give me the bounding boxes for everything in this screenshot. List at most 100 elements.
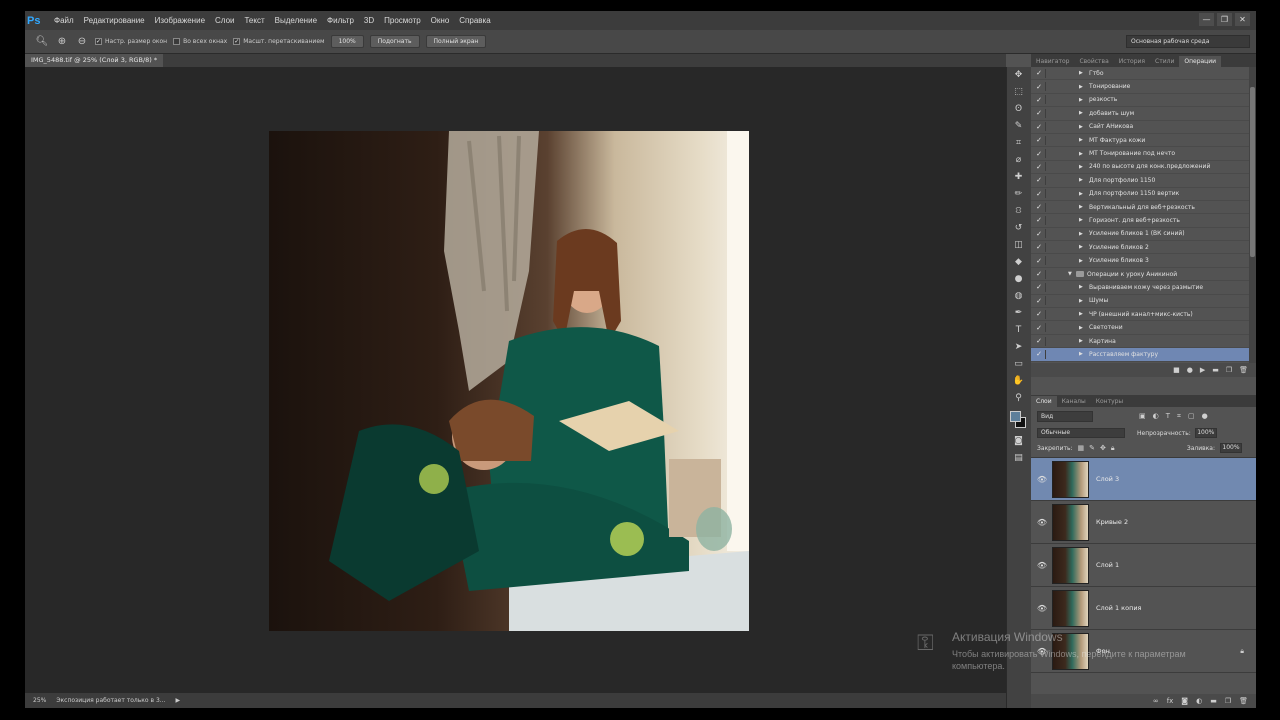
action-dialog-toggle[interactable] [1045, 189, 1053, 199]
layer-style-icon[interactable]: fx [1167, 697, 1174, 705]
action-dialog-toggle[interactable] [1045, 296, 1053, 306]
visibility-eye-icon[interactable]: 👁︎ [1035, 561, 1049, 570]
visibility-eye-icon[interactable]: 👁︎ [1035, 518, 1049, 527]
stop-icon[interactable]: ■ [1173, 366, 1180, 374]
delete-action-icon[interactable]: 🗑︎ [1239, 366, 1248, 374]
action-row[interactable]: ✓ ▶ Сайт АНикова [1031, 121, 1256, 134]
zoom-in-icon[interactable]: ⊕ [55, 36, 69, 47]
action-enabled-check-icon[interactable]: ✓ [1034, 163, 1044, 171]
layer-row[interactable]: 👁︎ Слой 1 [1031, 544, 1256, 587]
new-action-icon[interactable]: ❐ [1226, 366, 1232, 374]
fit-screen-button[interactable]: Подогнать [369, 35, 420, 48]
document-image[interactable] [269, 131, 749, 631]
filter-pixel-icon[interactable]: ▣ [1139, 412, 1146, 421]
action-row[interactable]: ✓ ▶ ЧР (внешний канал+микс-кисть) [1031, 308, 1256, 322]
action-enabled-check-icon[interactable]: ✓ [1034, 283, 1044, 291]
action-enabled-check-icon[interactable]: ✓ [1034, 83, 1044, 91]
menu-filter[interactable]: Фильтр [322, 16, 359, 25]
screen-mode-icon[interactable]: ▤ [1007, 450, 1030, 467]
link-layers-icon[interactable]: ∞ [1153, 697, 1159, 705]
action-dialog-toggle[interactable] [1045, 269, 1053, 279]
quick-select-icon[interactable]: ✎ [1007, 118, 1030, 135]
action-dialog-toggle[interactable] [1045, 162, 1053, 172]
action-enabled-check-icon[interactable]: ✓ [1034, 136, 1044, 144]
action-row[interactable]: ✓ ▶ Картина [1031, 335, 1256, 349]
tab-paths[interactable]: Контуры [1091, 396, 1128, 407]
resize-windows-checkbox[interactable]: ✓ Настр. размер окон [95, 38, 167, 45]
blur-tool-icon[interactable]: ● [1007, 271, 1030, 288]
layer-kind-select[interactable]: Вид [1037, 410, 1093, 422]
action-enabled-check-icon[interactable]: ✓ [1034, 230, 1044, 238]
action-row[interactable]: ✓ ▶ добавить шум [1031, 107, 1256, 121]
action-row[interactable]: ✓ ▶ Горизонт. для веб+резкость [1031, 214, 1256, 228]
workspace-select[interactable]: Основная рабочая среда [1126, 35, 1250, 48]
expand-arrow-icon[interactable]: ▶ [1079, 151, 1083, 157]
new-set-icon[interactable]: ▬ [1212, 366, 1219, 374]
delete-layer-icon[interactable]: 🗑︎ [1239, 697, 1248, 705]
expand-arrow-icon[interactable]: ▶ [1079, 231, 1083, 237]
action-enabled-check-icon[interactable]: ✓ [1034, 176, 1044, 184]
action-dialog-toggle[interactable] [1045, 215, 1053, 225]
action-dialog-toggle[interactable] [1045, 229, 1053, 239]
lock-transparency-icon[interactable]: ▦ [1078, 444, 1085, 453]
action-enabled-check-icon[interactable]: ✓ [1034, 310, 1044, 318]
expand-arrow-icon[interactable]: ▶ [1079, 191, 1083, 197]
action-row[interactable]: ✓ ▼ Операции к уроку Аникиной [1031, 268, 1256, 282]
tab-channels[interactable]: Каналы [1057, 396, 1091, 407]
menu-type[interactable]: Текст [239, 16, 269, 25]
expand-arrow-icon[interactable]: ▶ [1079, 325, 1083, 331]
expand-arrow-icon[interactable]: ▶ [1079, 204, 1083, 210]
action-dialog-toggle[interactable] [1045, 95, 1053, 105]
expand-arrow-icon[interactable]: ▶ [1079, 258, 1083, 264]
layer-row[interactable]: 👁︎ Слой 3 [1031, 458, 1256, 501]
record-icon[interactable]: ● [1187, 366, 1193, 374]
action-row[interactable]: ✓ ▶ Вертикальный для веб+резкость [1031, 201, 1256, 215]
layer-thumbnail[interactable] [1052, 633, 1089, 670]
layer-name[interactable]: Кривые 2 [1096, 518, 1128, 526]
expand-arrow-icon[interactable]: ▶ [1079, 137, 1083, 143]
zoom-tool-icon[interactable]: 🔍︎ [35, 36, 49, 47]
actual-pixels-button[interactable]: 100% [330, 35, 364, 48]
hand-tool-icon[interactable]: ✋ [1007, 373, 1030, 390]
visibility-eye-icon[interactable]: 👁︎ [1035, 647, 1049, 656]
fill-input[interactable]: 100% [1220, 443, 1242, 453]
actions-scrollbar[interactable] [1249, 67, 1256, 363]
play-icon[interactable]: ▶ [1200, 366, 1205, 374]
action-enabled-check-icon[interactable]: ✓ [1034, 96, 1044, 104]
filter-shape-icon[interactable]: ⌗ [1177, 412, 1181, 421]
status-message[interactable]: Экспозиция работает только в 3... [56, 697, 165, 704]
action-enabled-check-icon[interactable]: ✓ [1034, 337, 1044, 345]
menu-3d[interactable]: 3D [359, 16, 379, 25]
marquee-tool-icon[interactable]: ⬚ [1007, 84, 1030, 101]
restore-button[interactable]: ❐ [1217, 13, 1232, 26]
expand-arrow-icon[interactable]: ▶ [1079, 70, 1083, 76]
clone-stamp-icon[interactable]: ⛻ [1007, 203, 1030, 220]
action-row[interactable]: ✓ ▶ Гтбо [1031, 67, 1256, 81]
tab-layers[interactable]: Слои [1031, 396, 1057, 407]
action-dialog-toggle[interactable] [1045, 68, 1053, 78]
layer-name[interactable]: Слой 1 копия [1096, 604, 1141, 612]
action-row[interactable]: ✓ ▶ Выравниваем кожу через размытие [1031, 281, 1256, 295]
document-tab[interactable]: IMG_5488.tif @ 25% (Слой 3, RGB/8) * [25, 54, 164, 67]
menu-window[interactable]: Окно [426, 16, 455, 25]
zoom-level[interactable]: 25% [33, 697, 46, 704]
action-dialog-toggle[interactable] [1045, 135, 1053, 145]
layer-row[interactable]: 👁︎ Фон 🔒︎ [1031, 630, 1256, 673]
scrubby-zoom-checkbox[interactable]: ✓ Масшт. перетаскиванием [233, 38, 325, 45]
expand-arrow-icon[interactable]: ▶ [1079, 298, 1083, 304]
path-select-icon[interactable]: ➤ [1007, 339, 1030, 356]
action-dialog-toggle[interactable] [1045, 202, 1053, 212]
action-dialog-toggle[interactable] [1045, 122, 1053, 132]
eraser-tool-icon[interactable]: ◫ [1007, 237, 1030, 254]
action-dialog-toggle[interactable] [1045, 175, 1053, 185]
action-enabled-check-icon[interactable]: ✓ [1034, 324, 1044, 332]
opacity-input[interactable]: 100% [1194, 428, 1217, 438]
action-row[interactable]: ✓ ▶ Усиление бликов 3 [1031, 254, 1256, 268]
action-row[interactable]: ✓ ▶ Для портфолио 1150 [1031, 174, 1256, 188]
lasso-tool-icon[interactable]: ʘ [1007, 101, 1030, 118]
action-enabled-check-icon[interactable]: ✓ [1034, 150, 1044, 158]
add-mask-icon[interactable]: ◙ [1181, 697, 1188, 705]
action-row[interactable]: ✓ ▶ МТ Фактура кожи [1031, 134, 1256, 148]
history-brush-icon[interactable]: ↺ [1007, 220, 1030, 237]
expand-arrow-icon[interactable]: ▶ [1079, 284, 1083, 290]
